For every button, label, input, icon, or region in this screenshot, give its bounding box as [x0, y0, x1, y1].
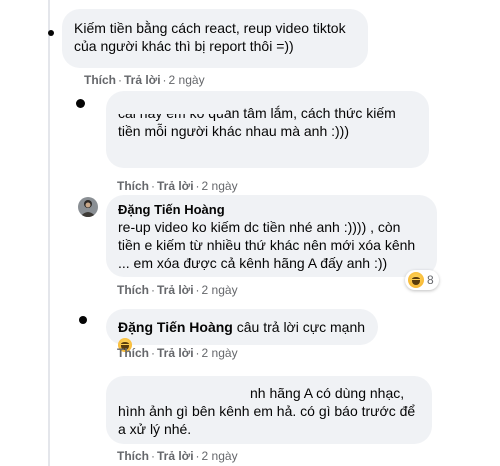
- profile-picture-icon: [78, 197, 98, 217]
- comment-author[interactable]: Đặng Tiến Hoàng: [118, 201, 425, 218]
- comment-bubble: Đặng Tiến Hoàng câu trả lời cực mạnh: [106, 309, 378, 352]
- comment-text: Kiếm tiền bằng cách react, reup video ti…: [74, 20, 346, 54]
- like-button[interactable]: Thích: [117, 179, 149, 193]
- comment-actions: Thích · Trả lời · 2 ngày: [117, 449, 238, 463]
- comment-actions: Thích · Trả lời · 2 ngày: [84, 73, 205, 87]
- like-button[interactable]: Thích: [117, 283, 149, 297]
- reaction-summary[interactable]: 8: [405, 270, 439, 290]
- like-button[interactable]: Thích: [84, 73, 116, 87]
- redacted-region: [106, 96, 226, 114]
- comment-bubble: Đặng Tiến Hoàng re-up video ko kiếm dc t…: [106, 195, 437, 277]
- haha-reaction-icon: [408, 272, 424, 288]
- comment-author[interactable]: Đặng Tiến Hoàng: [118, 319, 233, 335]
- reply-button[interactable]: Trả lời: [157, 449, 194, 463]
- reply-button[interactable]: Trả lời: [157, 283, 194, 297]
- comment-text: nh hãng A có dùng nhạc, hình ảnh gì bên …: [118, 385, 416, 437]
- timestamp[interactable]: 2 ngày: [169, 73, 205, 87]
- comment-bubble: Kiếm tiền bằng cách react, reup video ti…: [62, 9, 368, 68]
- avatar[interactable]: [78, 197, 98, 217]
- comment-actions: Thích · Trả lời · 2 ngày: [117, 346, 238, 360]
- comment-actions: Thích · Trả lời · 2 ngày: [117, 179, 238, 193]
- comment-text: re-up video ko kiếm dc tiền nhé anh :)))…: [118, 219, 416, 271]
- like-button[interactable]: Thích: [117, 346, 149, 360]
- reply-button[interactable]: Trả lời: [157, 346, 194, 360]
- avatar[interactable]: [48, 30, 54, 36]
- like-button[interactable]: Thích: [117, 449, 149, 463]
- timestamp[interactable]: 2 ngày: [202, 283, 238, 297]
- reaction-count: 8: [427, 273, 434, 287]
- reply-button[interactable]: Trả lời: [157, 179, 194, 193]
- timestamp[interactable]: 2 ngày: [202, 179, 238, 193]
- timestamp[interactable]: 2 ngày: [202, 346, 238, 360]
- comment-actions: Thích · Trả lời · 2 ngày: [117, 283, 238, 297]
- comment-text: câu trả lời cực mạnh: [236, 319, 366, 335]
- timestamp[interactable]: 2 ngày: [202, 449, 238, 463]
- avatar[interactable]: [76, 99, 85, 108]
- reply-button[interactable]: Trả lời: [124, 73, 161, 87]
- comment-bubble: nh hãng A có dùng nhạc, hình ảnh gì bên …: [106, 376, 432, 444]
- thread-line: [48, 0, 50, 466]
- avatar[interactable]: [79, 316, 87, 324]
